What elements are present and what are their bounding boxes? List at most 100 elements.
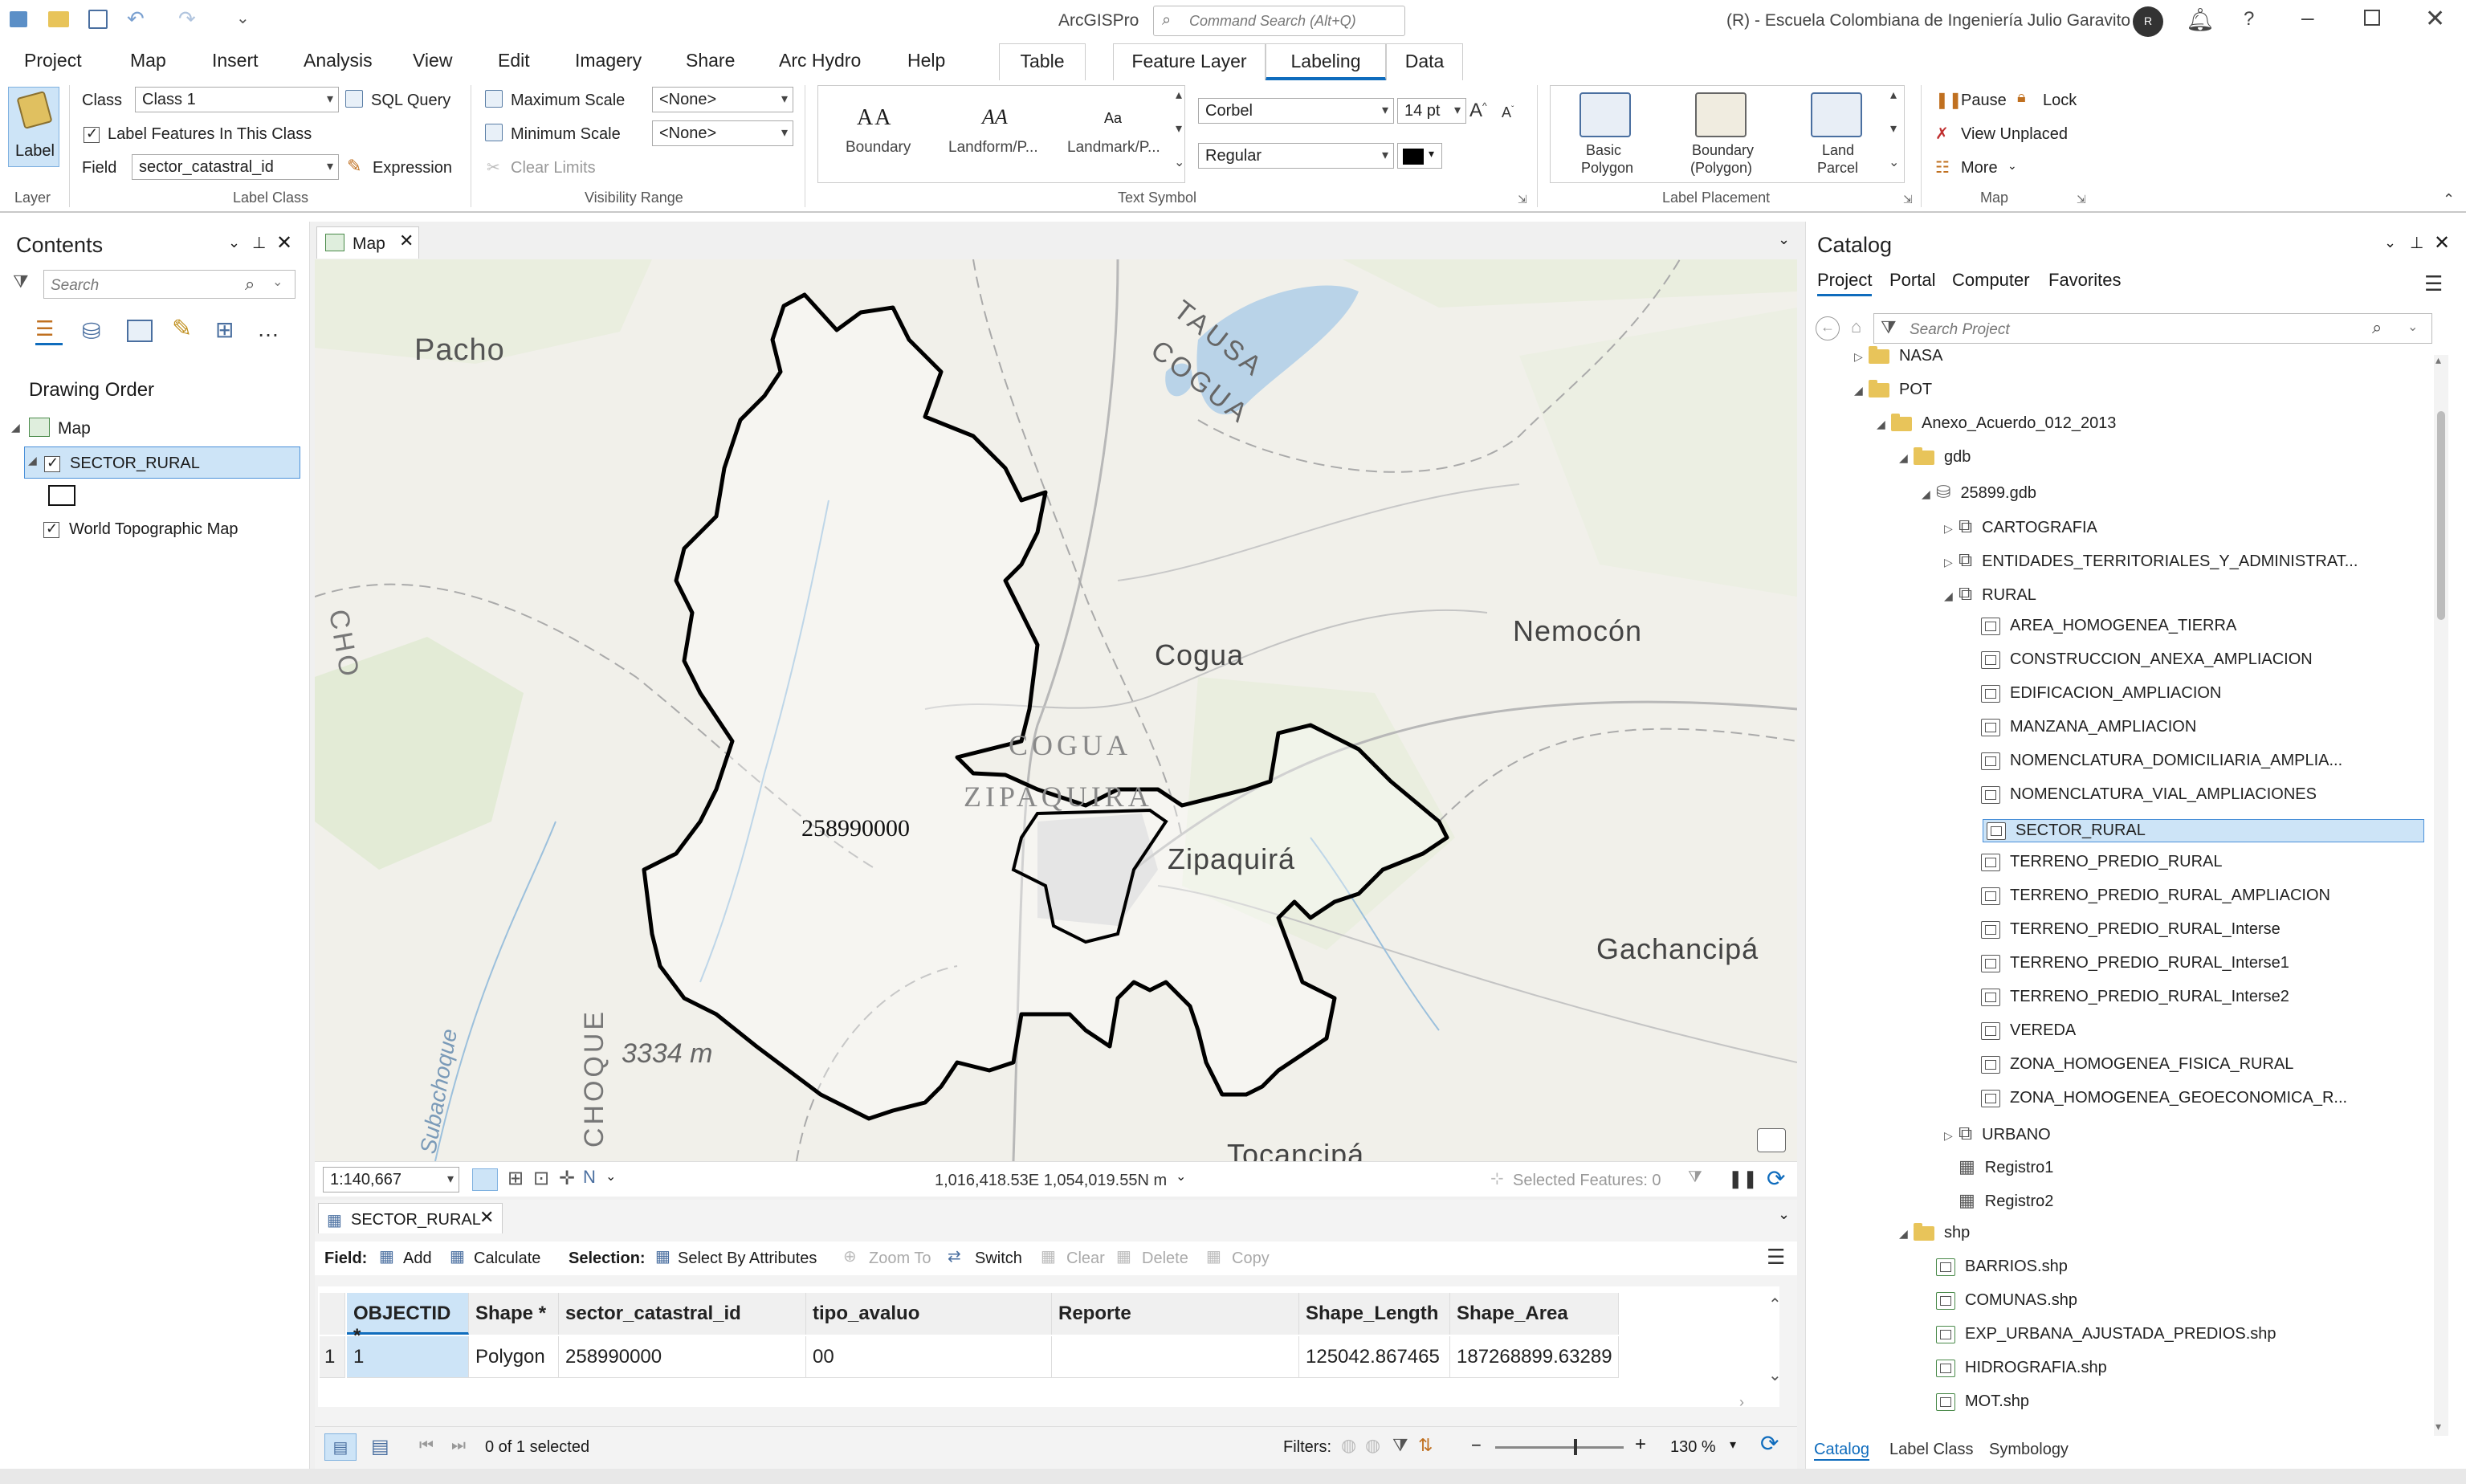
catalog-tab-portal[interactable]: Portal [1889,270,1935,291]
home-icon[interactable]: ⌂ [1851,316,1861,337]
catalog-item[interactable]: ▷ ⧉ URBANO [1944,1123,2051,1145]
catalog-search-input[interactable]: ⧩ Search Project ⌕ ⌄ [1873,313,2432,344]
column-header-reporte[interactable]: Reporte [1052,1293,1299,1335]
label-toggle-button[interactable]: Label [8,87,59,167]
restore-icon[interactable] [2364,10,2380,26]
menu-insert[interactable]: Insert [212,50,259,71]
collapse-ribbon-icon[interactable]: ⌃ [2443,191,2455,208]
basemap-layer-name[interactable]: World Topographic Map [69,520,238,539]
contents-search-input[interactable]: Search ⌕ ⌄ [43,270,296,299]
column-header-sector-catastral-id[interactable]: sector_catastral_id [559,1293,806,1335]
copy-button[interactable]: Copy [1232,1250,1270,1268]
catalog-item[interactable]: ◢ POT [1854,379,1932,399]
map-label[interactable]: Map [58,419,91,438]
chevron-down-icon[interactable]: ▾ [1730,1437,1736,1453]
gallery-scroll-up-icon[interactable]: ▴ [1176,87,1182,103]
catalog-item[interactable]: SECTOR_RURAL [1983,819,2424,842]
cell-shape[interactable]: Polygon [469,1336,559,1378]
close-tab-icon[interactable]: ✕ [399,230,414,251]
catalog-tab-favorites[interactable]: Favorites [2048,270,2121,291]
cell-objectid[interactable]: 1 [347,1336,469,1378]
catalog-item[interactable]: TERRENO_PREDIO_RURAL_Interse2 [1967,988,2289,1006]
more-options-icon[interactable]: … [257,316,279,342]
cell-sector-catastral-id[interactable]: 258990000 [559,1336,806,1378]
table-zoom-level[interactable]: 130 % [1670,1438,1716,1457]
clear-button[interactable]: Clear [1066,1250,1105,1268]
placement-launcher-icon[interactable]: ⇲ [1903,193,1913,206]
catalog-item[interactable]: ◢ gdb [1899,446,1971,467]
zoom-to-button[interactable]: Zoom To [869,1250,931,1268]
close-tab-icon[interactable]: ✕ [479,1207,494,1228]
font-style-select[interactable]: Regular [1198,143,1394,169]
add-field-button[interactable]: Add [403,1250,432,1268]
text-symbol-gallery[interactable]: AA Boundary AA Landform/P... Aa Landmark… [817,85,1185,183]
more-button[interactable]: More [1961,159,1998,177]
pane-options-icon[interactable]: ⌄ [2384,234,2396,251]
basic-polygon-option[interactable]: Basic Polygon [1557,89,1653,179]
tab-data[interactable]: Data [1386,43,1463,80]
table-scroll-up-icon[interactable]: ⌃ [1768,1294,1782,1315]
minimize-icon[interactable]: – [2301,5,2314,31]
catalog-item[interactable]: ZONA_HOMOGENEA_GEOECONOMICA_R... [1967,1089,2347,1107]
increase-font-icon[interactable]: A^ [1469,100,1487,122]
layer-expand-icon[interactable]: ◢ [28,454,37,467]
last-record-icon[interactable]: ⏭ [451,1437,466,1455]
expression-button[interactable]: Expression [373,159,452,177]
select-by-attributes-button[interactable]: Select By Attributes [678,1250,817,1268]
close-pane-icon[interactable]: ✕ [2434,231,2450,255]
scale-select[interactable]: 1:140,667 [323,1167,459,1192]
pause-drawing-icon[interactable]: ❚❚ [1728,1168,1758,1189]
column-header-tipo-avaluo[interactable]: tipo_avaluo [806,1293,1052,1335]
expand-icon[interactable]: ▷ [1944,522,1959,536]
catalog-item[interactable]: TERRENO_PREDIO_RURAL [1967,853,2223,871]
collapse-icon[interactable]: ◢ [1877,418,1891,431]
font-select[interactable]: Corbel [1198,98,1394,124]
collapse-icon[interactable]: ◢ [1854,384,1869,398]
gallery-expand-icon[interactable]: ⌄ [1174,154,1184,170]
zoom-out-icon[interactable]: − [1471,1435,1482,1456]
list-by-source-icon[interactable]: ⛁ [82,318,100,344]
catalog-item[interactable]: ▷ ⧉ CARTOGRAFIA [1944,516,2097,538]
menu-analysis[interactable]: Analysis [304,50,373,71]
max-scale-select[interactable]: <None> [652,87,793,112]
tabs-dropdown-icon[interactable]: ⌄ [1778,1206,1790,1223]
gallery-scroll-down-icon[interactable]: ▾ [1176,120,1182,137]
close-pane-icon[interactable]: ✕ [276,231,292,255]
show-selected-records-icon[interactable]: ▤ [371,1435,389,1458]
map-view[interactable]: Pacho Cogua Nemocón Zipaquirá Gachancipá… [315,259,1797,1161]
snapping-icon[interactable]: ✛ [559,1167,575,1190]
catalog-item[interactable]: ▷ ⧉ ENTIDADES_TERRITORIALES_Y_ADMINISTRAT.… [1944,549,2358,572]
catalog-item[interactable]: EDIFICACION_AMPLIACION [1967,684,2221,703]
map-expand-icon[interactable]: ◢ [11,421,20,434]
catalog-scrollbar[interactable]: ▴ ▾ [2434,353,2448,1436]
first-record-icon[interactable]: ⏮ [419,1437,434,1455]
map-tab[interactable]: Map ✕ [316,226,419,259]
filter-contents-icon[interactable]: ◍ [1365,1435,1380,1456]
constraints-icon[interactable]: N [583,1167,596,1188]
column-header-shape-area[interactable]: Shape_Area [1450,1293,1619,1335]
font-color-picker[interactable]: ▾ [1397,143,1442,169]
fixed-zoom-icon[interactable] [472,1168,498,1191]
list-by-selection-icon[interactable] [127,320,153,342]
cell-tipo-avaluo[interactable]: 00 [806,1336,1052,1378]
open-project-icon[interactable] [48,11,69,27]
table-tab[interactable]: ▦ SECTOR_RURAL ✕ [318,1203,503,1233]
catalog-item[interactable]: ZONA_HOMOGENEA_FISICA_RURAL [1967,1055,2293,1074]
catalog-bottom-tab-symbology[interactable]: Symbology [1989,1441,2069,1459]
coordinate-format-icon[interactable]: ⌄ [1176,1168,1186,1184]
column-header-shape[interactable]: Shape * [469,1293,559,1335]
delete-button[interactable]: Delete [1142,1250,1188,1268]
sql-query-button[interactable]: SQL Query [371,92,450,110]
zoom-slider-thumb[interactable] [1574,1439,1577,1455]
boundary-polygon-option[interactable]: Boundary (Polygon) [1665,89,1777,179]
column-header-shape-length[interactable]: Shape_Length [1299,1293,1450,1335]
scroll-down-icon[interactable]: ▾ [2435,1420,2441,1433]
menu-edit[interactable]: Edit [498,50,530,71]
expand-icon[interactable]: ▷ [1944,556,1959,569]
calculate-button[interactable]: Calculate [474,1250,540,1268]
map-launcher-icon[interactable]: ⇲ [2077,193,2086,206]
catalog-item[interactable]: ▦ Registro1 [1944,1156,2053,1177]
catalog-item[interactable]: MOT.shp [1922,1392,2029,1411]
catalog-item[interactable]: NOMENCLATURA_VIAL_AMPLIACIONES [1967,785,2317,804]
menu-view[interactable]: View [413,50,452,71]
